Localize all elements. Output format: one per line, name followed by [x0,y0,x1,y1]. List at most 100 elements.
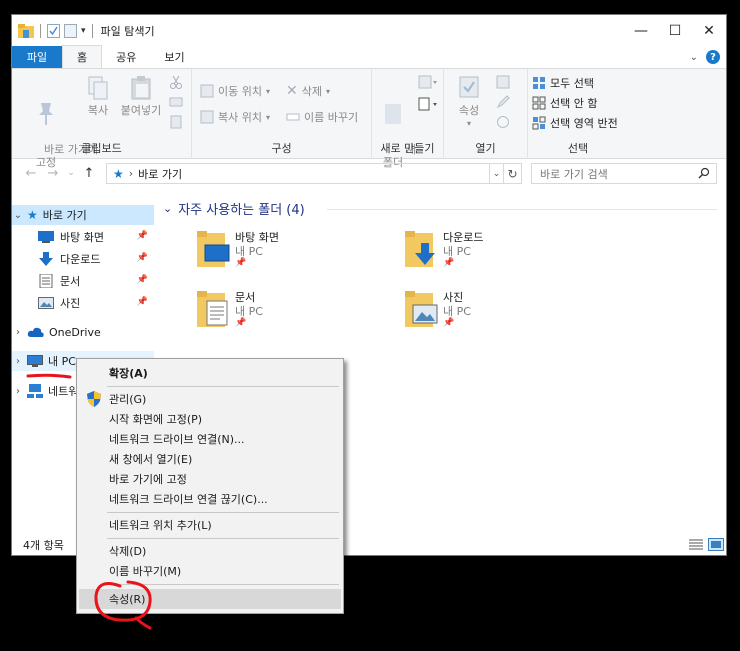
nav-label-desktop: 바탕 화면 [60,231,104,244]
menu-separator [107,512,339,513]
context-menu: 확장(A) 관리(G) 시작 화면에 고정(P) 네트워크 드라이브 연결(N)… [76,358,344,614]
nav-item-pictures[interactable]: 사진 📌 [12,293,154,313]
address-path: 바로 가기 [138,167,183,181]
forward-button[interactable]: → [42,166,64,181]
section-divider [327,209,717,210]
copy-to-button[interactable]: 복사 위치 ▾ [200,109,270,125]
new-folder-qat-icon[interactable] [64,24,77,38]
address-row: ← → ⌄ ↑ ★ › 바로 가기 ⌄ ↻ 바로 가기 검색 [12,159,726,187]
address-bar[interactable]: ★ › 바로 가기 [106,163,490,184]
select-all-button[interactable]: 모두 선택 [532,75,594,91]
cloud-icon [27,327,44,337]
downloads-folder-icon [405,231,435,267]
tab-file[interactable]: 파일 [12,46,62,68]
large-icons-view-icon[interactable] [708,538,724,551]
history-icon[interactable] [496,115,510,129]
quick-access-star-icon: ★ [113,166,124,181]
properties-check-icon[interactable] [47,24,60,38]
invert-selection-button[interactable]: 선택 영역 반전 [532,115,618,131]
expand-chevron-icon[interactable]: › [12,327,24,338]
copy-button[interactable]: 복사 [80,75,116,117]
refresh-button[interactable]: ↻ [504,163,522,184]
tab-home[interactable]: 홈 [62,45,103,68]
back-button[interactable]: ← [20,166,42,181]
new-item-icon[interactable] [418,75,438,91]
download-arrow-icon [39,252,53,266]
qat-dropdown-icon[interactable]: ▾ [81,26,86,36]
help-icon[interactable]: ? [706,50,720,64]
close-button[interactable]: ✕ [692,15,726,47]
menu-item-map-network-drive[interactable]: 네트워크 드라이브 연결(N)... [79,429,341,449]
maximize-button[interactable]: ☐ [658,15,692,47]
search-input[interactable]: 바로 가기 검색 [531,163,717,184]
menu-separator [107,386,339,387]
select-none-icon [532,96,546,110]
menu-item-add-network-location[interactable]: 네트워크 위치 추가(L) [79,515,341,535]
quick-access-nav-icon: ★ [27,208,38,222]
open-icon[interactable] [496,75,520,89]
rename-button[interactable]: 이름 바꾸기 [286,109,358,125]
folder-item[interactable]: 다운로드 내 PC 📌 [403,229,603,277]
folder-item[interactable]: 바탕 화면 내 PC 📌 [195,229,395,277]
nav-item-quick-access[interactable]: ⌄ ★ 바로 가기 [12,205,154,225]
up-button[interactable]: ↑ [78,166,100,181]
frequent-folders-header[interactable]: ⌄ 자주 사용하는 폴더 (4) [163,199,305,218]
easy-access-icon[interactable] [418,97,438,113]
nav-item-onedrive[interactable]: › OneDrive [12,322,154,342]
group-organize-label: 구성 [271,142,292,155]
nav-label-downloads: 다운로드 [60,253,101,266]
paste-icon [131,76,151,100]
menu-separator [107,538,339,539]
tab-view[interactable]: 보기 [150,46,198,68]
recent-locations-button[interactable]: ⌄ [64,168,78,178]
pinned-icon: 📌 [443,318,455,328]
window-controls: — ☐ ✕ [624,15,726,47]
menu-item-pin-to-start[interactable]: 시작 화면에 고정(P) [79,409,341,429]
nav-label-pictures: 사진 [60,297,81,310]
section-title: 자주 사용하는 폴더 (4) [178,203,305,218]
move-to-button[interactable]: 이동 위치 ▾ [200,83,270,99]
minimize-button[interactable]: — [624,15,658,47]
expand-chevron-icon[interactable]: › [12,356,24,367]
menu-item-delete[interactable]: 삭제(D) [79,541,341,561]
delete-button[interactable]: ✕ 삭제 ▾ [286,83,330,99]
pinned-icon: 📌 [136,275,148,285]
qat-separator [40,24,41,38]
paste-shortcut-icon[interactable] [169,115,183,129]
edit-icon[interactable] [496,95,510,109]
pictures-folder-icon [405,291,438,327]
select-none-button[interactable]: 선택 안 함 [532,95,597,111]
menu-item-pin-quick-access[interactable]: 바로 가기에 고정 [79,469,341,489]
cut-icon[interactable] [169,75,183,89]
tab-share[interactable]: 공유 [102,46,150,68]
menu-item-open-new-window[interactable]: 새 창에서 열기(E) [79,449,341,469]
details-view-icon[interactable] [688,538,704,551]
copy-path-icon[interactable] [169,95,183,109]
nav-item-downloads[interactable]: 다운로드 📌 [12,249,154,269]
menu-item-manage[interactable]: 관리(G) [79,389,341,409]
properties-ribbon-label: 속성 [458,104,480,117]
menu-item-properties[interactable]: 속성(R) [79,589,341,609]
ribbon-collapse-icon[interactable]: ⌄ [690,52,698,63]
menu-item-disconnect-network-drive[interactable]: 네트워크 드라이브 연결 끊기(C)... [79,489,341,509]
folder-item[interactable]: 사진 내 PC 📌 [403,289,603,337]
documents-folder-icon [197,291,228,327]
delete-x-icon: ✕ [286,83,298,99]
new-folder-icon [385,104,401,124]
pinned-icon: 📌 [443,258,455,268]
nav-item-documents[interactable]: 문서 📌 [12,271,154,291]
rename-label: 이름 바꾸기 [304,111,359,124]
nav-item-desktop[interactable]: 바탕 화면 📌 [12,227,154,247]
properties-ribbon-button[interactable]: 속성 ▾ [454,75,484,130]
paste-button[interactable]: 붙여넣기 [118,75,164,117]
properties-icon [459,76,479,98]
title-bar: ▾ 파일 탐색기 — ☐ ✕ [12,15,726,47]
desktop-folder-icon [197,231,230,267]
nav-label-quick-access: 바로 가기 [42,209,87,222]
expand-chevron-icon[interactable]: › [12,386,24,397]
address-dropdown-button[interactable]: ⌄ [490,163,504,184]
collapse-chevron-icon[interactable]: ⌄ [12,210,24,221]
menu-item-rename[interactable]: 이름 바꾸기(M) [79,561,341,581]
folder-item[interactable]: 문서 내 PC 📌 [195,289,395,337]
menu-item-expand[interactable]: 확장(A) [79,363,341,383]
